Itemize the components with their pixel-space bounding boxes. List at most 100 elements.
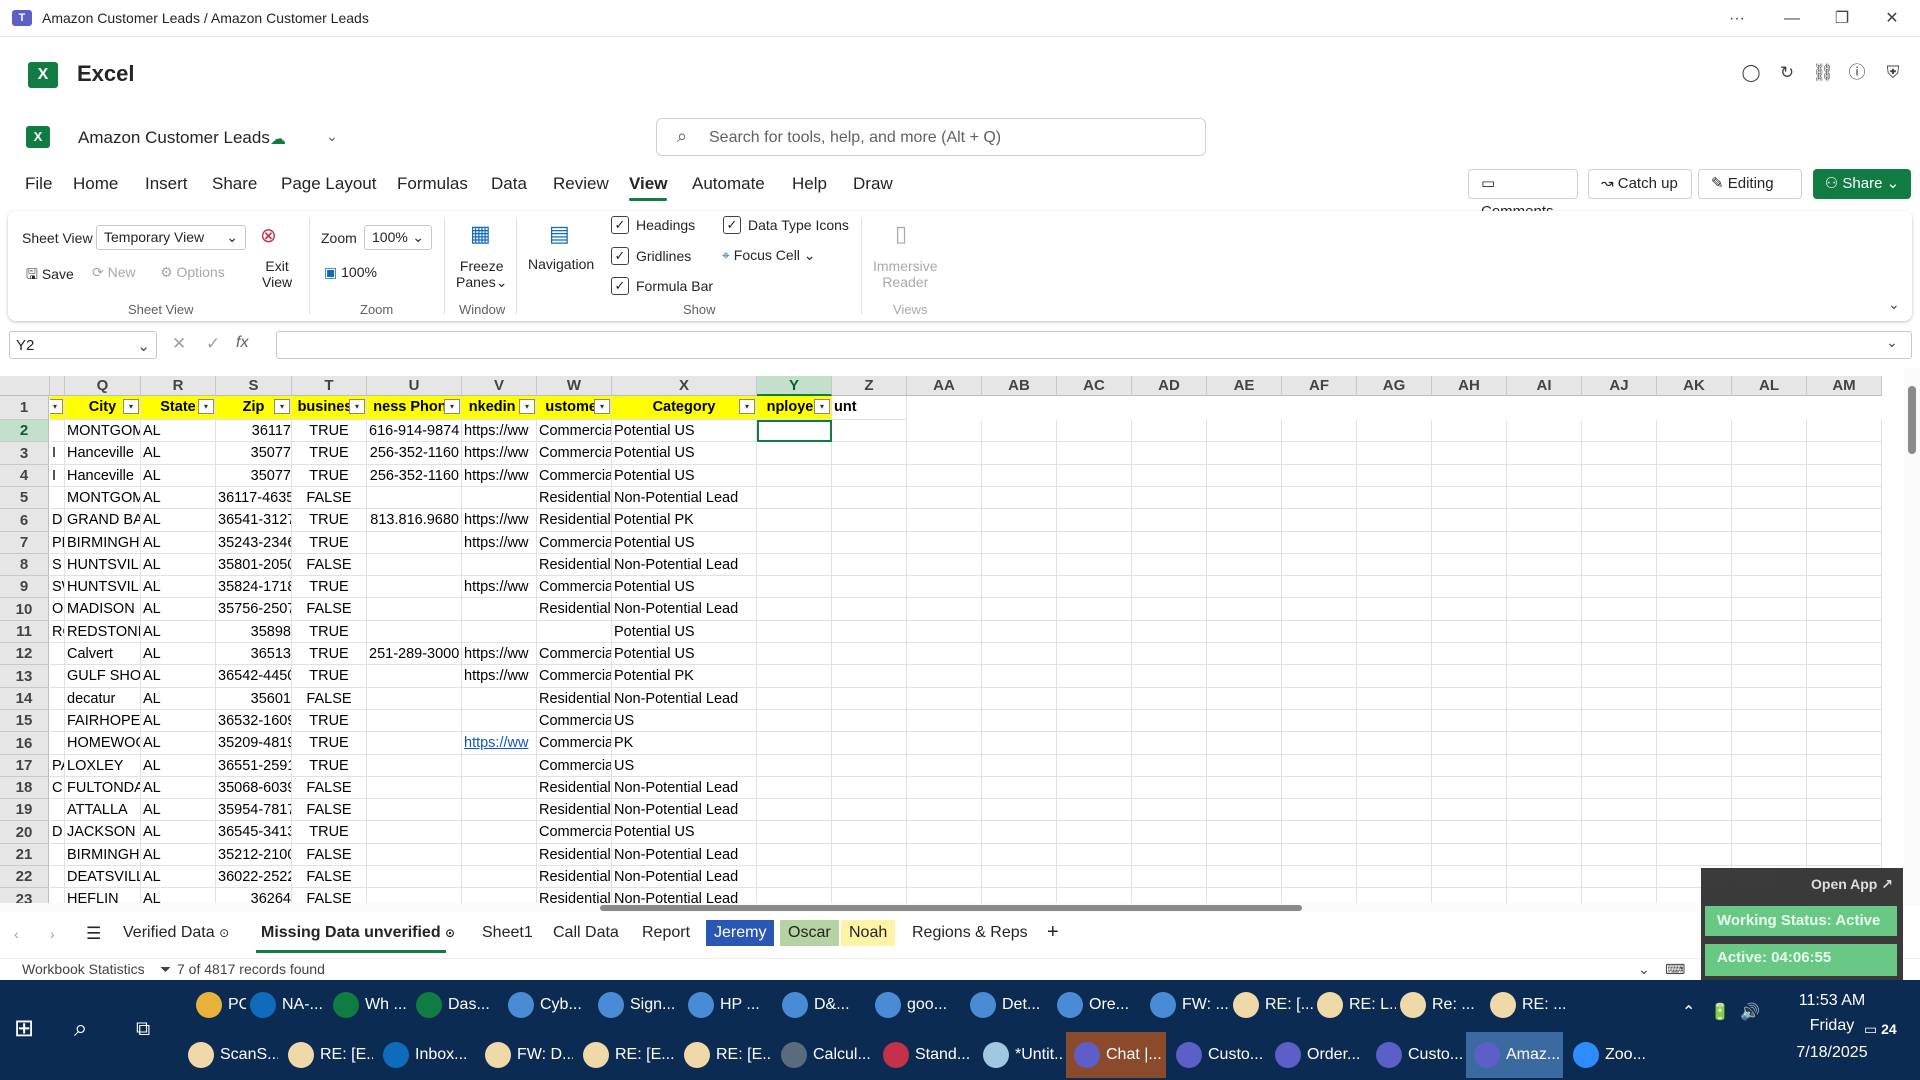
- cell[interactable]: AL: [141, 420, 216, 442]
- cell[interactable]: [1132, 598, 1207, 621]
- cell[interactable]: 35898: [216, 621, 292, 643]
- cell[interactable]: [462, 866, 537, 888]
- cell[interactable]: https://ww: [462, 576, 537, 598]
- cell[interactable]: [1132, 777, 1207, 799]
- column-header-ad[interactable]: AD: [1132, 376, 1207, 396]
- formula-bar-checkbox[interactable]: ✓: [611, 277, 629, 295]
- cell[interactable]: [1057, 732, 1132, 755]
- cell[interactable]: Residential: [537, 598, 612, 621]
- cell[interactable]: [1807, 688, 1882, 710]
- taskbar-app[interactable]: Stand...: [875, 1032, 973, 1078]
- cell[interactable]: BIRMINGH: [65, 844, 141, 866]
- tab-verified-data[interactable]: Verified Data ⊙: [123, 924, 229, 942]
- cell[interactable]: [1807, 598, 1882, 621]
- cell[interactable]: FALSE: [292, 799, 367, 821]
- cell[interactable]: [1207, 777, 1282, 799]
- cell[interactable]: [1432, 710, 1507, 732]
- taskbar-app[interactable]: RE: L...: [1317, 982, 1396, 1028]
- column-header-ab[interactable]: AB: [982, 376, 1057, 396]
- cell[interactable]: [1207, 509, 1282, 532]
- cell[interactable]: [1282, 487, 1357, 509]
- cell[interactable]: [1657, 732, 1732, 755]
- filter-dropdown-icon[interactable]: ▾: [274, 399, 290, 414]
- cell[interactable]: 35756-2507: [216, 598, 292, 621]
- header-cell-q[interactable]: City ▾: [65, 396, 141, 420]
- cell[interactable]: [1582, 732, 1657, 755]
- cell[interactable]: I: [50, 442, 65, 465]
- menu-view[interactable]: View: [629, 174, 667, 194]
- cell[interactable]: [1657, 532, 1732, 554]
- cell[interactable]: [367, 710, 462, 732]
- cell[interactable]: [1732, 799, 1807, 821]
- cell[interactable]: [907, 621, 982, 643]
- cell[interactable]: AL: [141, 509, 216, 532]
- cell[interactable]: [50, 844, 65, 866]
- cell[interactable]: [1357, 554, 1432, 576]
- vertical-scrollbar[interactable]: [1904, 368, 1920, 906]
- cell[interactable]: BIRMINGH: [65, 532, 141, 554]
- cell[interactable]: [757, 799, 832, 821]
- column-header-ag[interactable]: AG: [1357, 376, 1432, 396]
- cell[interactable]: [1057, 487, 1132, 509]
- cell[interactable]: [1132, 509, 1207, 532]
- cell[interactable]: [1657, 598, 1732, 621]
- cell[interactable]: [982, 688, 1057, 710]
- all-sheets-icon[interactable]: ☰: [86, 924, 101, 944]
- cell[interactable]: [982, 799, 1057, 821]
- cell[interactable]: [832, 844, 907, 866]
- taskbar-app[interactable]: FW: ...: [1150, 982, 1229, 1028]
- cell[interactable]: [367, 598, 462, 621]
- cell[interactable]: [907, 799, 982, 821]
- menu-automate[interactable]: Automate: [692, 174, 765, 194]
- cell[interactable]: [1807, 509, 1882, 532]
- cell[interactable]: [982, 710, 1057, 732]
- cell[interactable]: [1057, 598, 1132, 621]
- cell[interactable]: [1657, 442, 1732, 465]
- cell[interactable]: S: [50, 554, 65, 576]
- cell[interactable]: TRUE: [292, 621, 367, 643]
- cell[interactable]: decatur: [65, 688, 141, 710]
- cell[interactable]: [1207, 487, 1282, 509]
- cell[interactable]: 36117: [216, 420, 292, 442]
- cell[interactable]: [1807, 621, 1882, 643]
- cancel-entry-icon[interactable]: ✕: [172, 334, 186, 354]
- row-header[interactable]: 16: [0, 732, 49, 755]
- cell[interactable]: [1357, 576, 1432, 598]
- cell[interactable]: Potential PK: [612, 665, 757, 688]
- cell[interactable]: https://ww: [462, 532, 537, 554]
- navigation-button[interactable]: Navigation: [528, 256, 594, 272]
- cell[interactable]: [832, 576, 907, 598]
- cell[interactable]: [1732, 665, 1807, 688]
- cell[interactable]: Non-Potential Lead: [612, 799, 757, 821]
- row-header[interactable]: 11: [0, 621, 49, 643]
- formula-input[interactable]: [276, 331, 1912, 359]
- more-options-icon[interactable]: ···: [1717, 6, 1757, 32]
- cell[interactable]: AL: [141, 710, 216, 732]
- header-cell-y[interactable]: nployee ▾: [757, 396, 832, 420]
- close-button[interactable]: ✕: [1872, 6, 1912, 32]
- cell[interactable]: [1582, 821, 1657, 844]
- cell[interactable]: LOXLEY: [65, 755, 141, 777]
- cell[interactable]: [982, 777, 1057, 799]
- cell[interactable]: [1057, 844, 1132, 866]
- cell[interactable]: [832, 821, 907, 844]
- taskbar-app[interactable]: D&...: [782, 982, 871, 1028]
- cell[interactable]: [367, 732, 462, 755]
- cell[interactable]: FALSE: [292, 866, 367, 888]
- tab-missing-data-unverified[interactable]: Missing Data unverified ⊙: [261, 924, 455, 942]
- cell[interactable]: [1582, 576, 1657, 598]
- prev-sheet-icon[interactable]: ‹: [14, 926, 19, 942]
- taskbar-app[interactable]: Zoo...: [1565, 1032, 1657, 1078]
- cell[interactable]: [1732, 487, 1807, 509]
- cell[interactable]: TRUE: [292, 509, 367, 532]
- cell[interactable]: 36541-3127: [216, 509, 292, 532]
- taskbar-app[interactable]: NA-...: [250, 982, 329, 1028]
- filter-dropdown-icon[interactable]: ▾: [123, 399, 139, 414]
- cell[interactable]: https://ww: [462, 442, 537, 465]
- cell[interactable]: [1732, 420, 1807, 442]
- cell[interactable]: [1582, 643, 1657, 665]
- column-header-y[interactable]: Y: [757, 376, 832, 396]
- cell[interactable]: [982, 509, 1057, 532]
- header-cell-z[interactable]: unt: [832, 396, 907, 420]
- cell[interactable]: 35243-2346: [216, 532, 292, 554]
